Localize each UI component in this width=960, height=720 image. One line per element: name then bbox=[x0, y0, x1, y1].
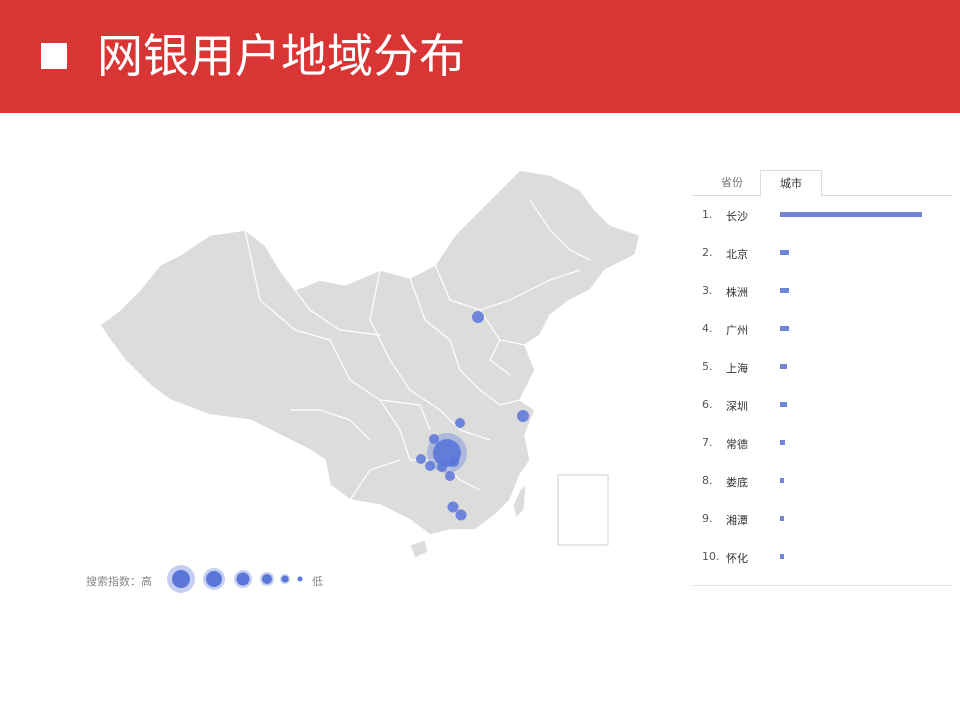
tab-city[interactable]: 城市 bbox=[760, 170, 822, 197]
legend-circle-5-core bbox=[281, 575, 289, 583]
bullet-square-icon bbox=[41, 43, 67, 69]
rank-row[interactable]: 3. 株洲 bbox=[692, 276, 952, 314]
rank-city-label: 株洲 bbox=[726, 286, 748, 299]
legend-label: 搜索指数：高 bbox=[86, 575, 152, 588]
title-bar: 网银用户地域分布 bbox=[0, 0, 960, 113]
rank-bar bbox=[780, 212, 922, 217]
rank-number: 3. bbox=[702, 284, 713, 297]
rank-city-label: 北京 bbox=[726, 248, 748, 261]
rank-bar bbox=[780, 516, 784, 521]
rank-city-label: 常德 bbox=[726, 438, 748, 451]
legend-circle-2-core bbox=[206, 571, 222, 587]
rank-city-label: 怀化 bbox=[726, 552, 748, 565]
rank-row[interactable]: 1. 长沙 bbox=[692, 200, 952, 238]
legend-circle-6 bbox=[297, 576, 303, 582]
china-mainland-shape bbox=[98, 169, 641, 536]
rank-row[interactable]: 4. 广州 bbox=[692, 314, 952, 352]
bubble-zhuzhou bbox=[449, 457, 459, 467]
china-map bbox=[80, 160, 680, 600]
rank-city-label: 湘潭 bbox=[726, 514, 748, 527]
rank-city-label: 深圳 bbox=[726, 400, 748, 413]
ranking-tabs: 省份 城市 bbox=[692, 170, 952, 197]
legend-scale bbox=[167, 565, 303, 593]
rank-bar bbox=[780, 402, 787, 407]
bubble-wuhan bbox=[455, 418, 465, 428]
rank-bar bbox=[780, 364, 787, 369]
rank-row[interactable]: 6. 深圳 bbox=[692, 390, 952, 428]
panel-divider bbox=[692, 585, 952, 586]
legend-circle-4-core bbox=[262, 574, 272, 584]
rank-bar bbox=[780, 554, 784, 559]
south-sea-inset bbox=[557, 474, 609, 546]
taiwan-shape bbox=[512, 483, 527, 519]
rank-number: 10. bbox=[702, 550, 720, 563]
rank-number: 7. bbox=[702, 436, 713, 449]
bubble-loudi bbox=[425, 461, 435, 471]
bubble-huaihua bbox=[416, 454, 426, 464]
map-legend: 搜索指数：高 低 bbox=[86, 562, 346, 596]
legend-low: 低 bbox=[312, 575, 323, 588]
legend-circle-3-core bbox=[236, 572, 250, 586]
rank-number: 1. bbox=[702, 208, 713, 221]
rank-number: 4. bbox=[702, 322, 713, 335]
china-map-svg bbox=[98, 169, 641, 559]
rank-row[interactable]: 9. 湘潭 bbox=[692, 504, 952, 542]
rank-number: 8. bbox=[702, 474, 713, 487]
tab-province[interactable]: 省份 bbox=[702, 170, 762, 195]
rank-number: 5. bbox=[702, 360, 713, 373]
rank-number: 2. bbox=[702, 246, 713, 259]
rank-city-label: 娄底 bbox=[726, 476, 748, 489]
rank-row[interactable]: 5. 上海 bbox=[692, 352, 952, 390]
rank-city-label: 长沙 bbox=[726, 210, 748, 223]
rank-bar bbox=[780, 478, 784, 483]
legend-circle-1-core bbox=[172, 570, 190, 588]
rank-row[interactable]: 8. 娄底 bbox=[692, 466, 952, 504]
bubble-changde bbox=[429, 434, 439, 444]
rank-row[interactable]: 7. 常德 bbox=[692, 428, 952, 466]
hainan-shape bbox=[409, 539, 429, 559]
rank-bar bbox=[780, 326, 789, 331]
bubble-shanghai bbox=[517, 410, 529, 422]
page-title: 网银用户地域分布 bbox=[97, 29, 465, 83]
rank-row[interactable]: 10. 怀化 bbox=[692, 542, 952, 580]
ranking-list: 1. 长沙 2. 北京 3. 株洲 4. 广州 5. 上海 6. 深圳 7. 常德 8. 娄底 9. 湘潭 10. 怀… bbox=[692, 200, 952, 580]
bubble-hengyang bbox=[445, 471, 455, 481]
rank-bar bbox=[780, 440, 785, 445]
rank-number: 9. bbox=[702, 512, 713, 525]
bubble-xiangtan bbox=[437, 462, 447, 472]
rank-bar bbox=[780, 288, 789, 293]
rank-city-label: 上海 bbox=[726, 362, 748, 375]
rank-row[interactable]: 2. 北京 bbox=[692, 238, 952, 276]
rank-city-label: 广州 bbox=[726, 324, 748, 337]
ranking-panel: 省份 城市 1. 长沙 2. 北京 3. 株洲 4. 广州 5. 上海 6. 深圳 7. 常德 8. 娄底 9.… bbox=[692, 170, 952, 590]
bubble-beijing bbox=[472, 311, 484, 323]
rank-bar bbox=[780, 250, 790, 255]
bubble-guangzhou bbox=[447, 501, 459, 513]
bubble-shenzhen bbox=[455, 509, 467, 521]
rank-number: 6. bbox=[702, 398, 713, 411]
